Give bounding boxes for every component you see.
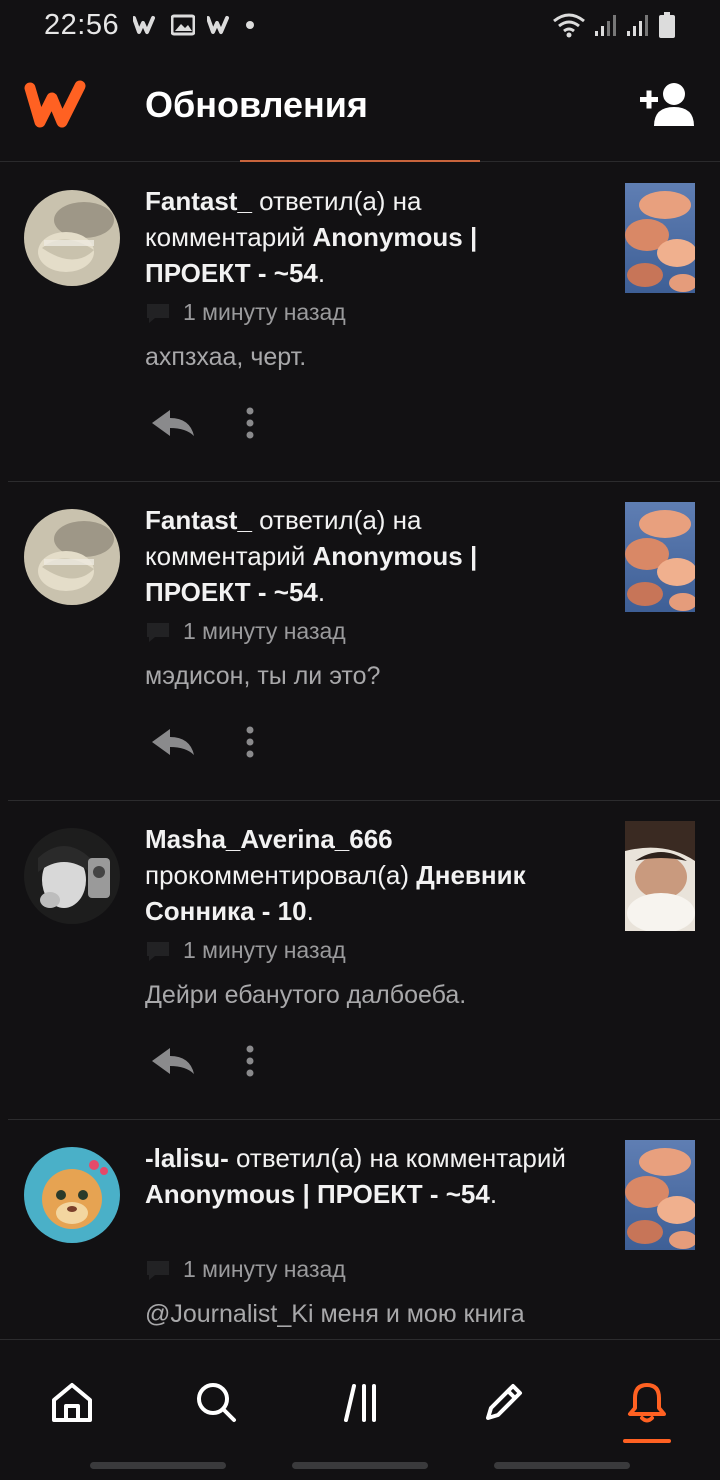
notification-item[interactable]: Fantast_ ответил(а) на комментарий Anony… [8,482,720,801]
reply-icon[interactable] [148,725,198,759]
meta-row: 1 минуту назад [145,1256,346,1283]
notifications-feed[interactable]: Fantast_ ответил(а) на комментарий Anony… [0,163,720,1338]
pencil-icon [486,1384,522,1420]
add-user-icon[interactable] [640,80,696,130]
timestamp: 1 минуту назад [183,937,346,963]
notification-text[interactable]: Fantast_ ответил(а) на комментарий Anony… [145,502,585,610]
username-link[interactable]: -lalisu- [145,1143,229,1173]
wattpad-w-icon [207,16,230,34]
system-icons [552,11,676,39]
nav-search[interactable] [186,1372,246,1432]
action-text: прокомментировал(а) [145,860,409,890]
story-cover[interactable] [625,502,695,612]
avatar[interactable] [24,190,120,286]
username-link[interactable]: Masha_Averina_666 [145,824,393,854]
image-icon [171,14,196,36]
comment-icon [147,941,169,961]
comment-icon [147,303,169,323]
battery-icon [659,12,675,38]
meta-row: 1 минуту назад [145,299,346,326]
reply-icon[interactable] [148,406,198,440]
username-link[interactable]: Fantast_ [145,186,252,216]
action-text: ответил(а) на комментарий [236,1143,566,1173]
home-icon [52,1383,92,1422]
notification-text[interactable]: Masha_Averina_666 прокомментировал(а) Дн… [145,821,585,929]
status-time: 22:56 [44,8,120,41]
dot-icon [246,21,255,29]
system-nav-hint[interactable] [494,1462,630,1469]
app-bar: Обновления [0,50,720,162]
avatar[interactable] [24,1147,120,1243]
story-cover[interactable] [625,821,695,931]
bell-icon [628,1383,666,1423]
nav-notifications[interactable] [617,1372,677,1432]
timestamp: 1 минуту назад [183,299,346,325]
page-title: Обновления [145,84,368,125]
notification-item[interactable]: -lalisu- ответил(а) на комментарий Anony… [8,1120,720,1338]
timestamp: 1 минуту назад [183,618,346,644]
notification-item[interactable]: Fantast_ ответил(а) на комментарий Anony… [8,163,720,482]
comment-text: Дейри ебанутого далбоеба. [145,981,467,1009]
timestamp: 1 минуту назад [183,1256,346,1282]
wattpad-w-icon [133,16,156,34]
notification-item[interactable]: Masha_Averina_666 прокомментировал(а) Дн… [8,801,720,1120]
avatar[interactable] [24,509,120,605]
comment-text: мэдисон, ты ли это? [145,662,381,690]
system-nav-hint[interactable] [90,1462,226,1469]
notification-icons [133,14,255,36]
notification-text[interactable]: -lalisu- ответил(а) на комментарий Anony… [145,1140,585,1212]
nav-home[interactable] [42,1372,102,1432]
system-navigation-bar [0,1460,720,1480]
search-icon [197,1383,236,1422]
wattpad-logo-icon[interactable] [24,78,88,130]
nav-library[interactable] [332,1372,392,1432]
notification-text[interactable]: Fantast_ ответил(а) на комментарий Anony… [145,183,585,291]
nav-write[interactable] [474,1372,534,1432]
username-link[interactable]: Fantast_ [145,505,252,535]
reply-icon[interactable] [148,1044,198,1078]
library-icon [344,1384,376,1422]
meta-row: 1 минуту назад [145,618,346,645]
story-link[interactable]: Anonymous | ПРОЕКТ - ~54 [145,1179,490,1209]
comment-text: @Journalist_Ki меня и мою книга [145,1300,525,1328]
more-options-icon[interactable] [236,725,264,759]
active-tab-indicator [623,1439,671,1443]
story-cover[interactable] [625,1140,695,1250]
meta-row: 1 минуту назад [145,937,346,964]
more-options-icon[interactable] [236,1044,264,1078]
comment-icon [147,1260,169,1280]
signal-icon [627,15,648,36]
tab-indicator [240,160,480,162]
comment-icon [147,622,169,642]
status-bar: 22:56 [0,0,720,50]
bottom-navigation [0,1339,720,1480]
system-nav-hint[interactable] [292,1462,428,1469]
signal-icon [595,15,616,36]
story-cover[interactable] [625,183,695,293]
more-options-icon[interactable] [236,406,264,440]
avatar[interactable] [24,828,120,924]
comment-text: ахпзхаа, черт. [145,343,307,371]
wifi-icon [553,13,585,38]
